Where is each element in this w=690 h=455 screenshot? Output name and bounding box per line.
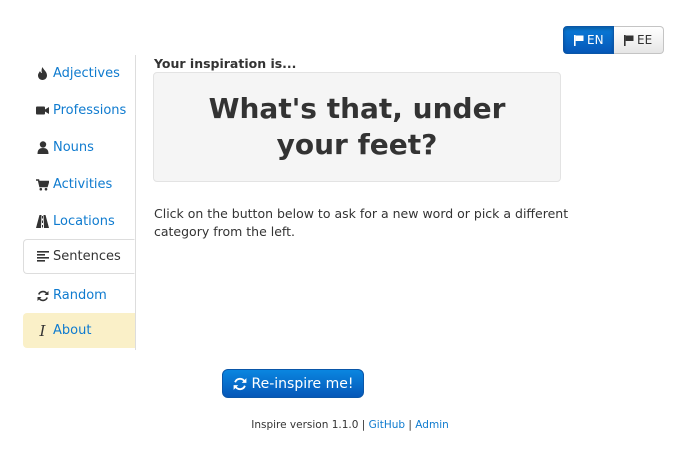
instructions-text: Click on the button below to ask for a n… [154, 206, 569, 239]
sidebar-item-random[interactable]: Random [23, 278, 135, 313]
category-sidebar: Adjectives Professions Nouns Activities … [23, 55, 136, 350]
sidebar-item-activities[interactable]: Activities [23, 167, 135, 202]
align-left-icon [36, 250, 49, 263]
sidebar-item-label: Nouns [53, 140, 94, 155]
version-text: Inspire version 1.1.0 [251, 419, 359, 431]
refresh-icon [36, 289, 49, 302]
sidebar-item-nouns[interactable]: Nouns [23, 130, 135, 165]
footer: Inspire version 1.1.0 | GitHub | Admin [0, 419, 690, 431]
admin-link[interactable]: Admin [415, 419, 448, 431]
footer-separator: | [361, 419, 366, 431]
reinspire-button[interactable]: Re-inspire me! [222, 369, 364, 398]
video-camera-icon [36, 104, 49, 117]
language-en-button[interactable]: EN [563, 26, 614, 54]
inspiration-lead: Your inspiration is... [154, 56, 297, 71]
sidebar-item-adjectives[interactable]: Adjectives [23, 56, 135, 91]
language-ee-label: EE [637, 33, 653, 47]
fire-icon [36, 67, 49, 80]
inspiration-box: What's that, under your feet? [153, 72, 561, 182]
flag-icon [624, 34, 634, 46]
shopping-cart-icon [36, 178, 49, 191]
user-icon [36, 141, 49, 154]
sidebar-item-label: Adjectives [53, 66, 120, 81]
language-en-label: EN [587, 33, 604, 47]
road-icon [36, 215, 49, 228]
footer-separator: | [408, 419, 412, 431]
sidebar-item-label: Activities [53, 177, 113, 192]
sidebar-item-label: Professions [53, 103, 127, 118]
flag-icon [574, 34, 584, 46]
reinspire-button-label: Re-inspire me! [251, 375, 354, 392]
sidebar-item-professions[interactable]: Professions [23, 93, 135, 128]
refresh-icon [233, 377, 246, 390]
sidebar-item-label: Sentences [53, 249, 121, 264]
sidebar-item-label: About [53, 323, 92, 338]
language-switcher: EN EE [563, 26, 664, 54]
sidebar-item-label: Random [53, 288, 107, 303]
language-ee-button[interactable]: EE [614, 26, 664, 54]
sidebar-item-about[interactable]: I About [23, 313, 135, 348]
github-link[interactable]: GitHub [369, 419, 405, 431]
inspiration-text: What's that, under your feet? [208, 92, 506, 161]
sidebar-item-sentences[interactable]: Sentences [23, 239, 135, 274]
sidebar-item-label: Locations [53, 214, 115, 229]
italic-icon: I [39, 321, 46, 340]
sidebar-item-locations[interactable]: Locations [23, 204, 135, 239]
